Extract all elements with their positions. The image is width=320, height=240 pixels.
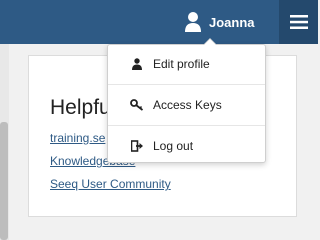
user-dropdown-menu: Edit profile Access Keys Log out xyxy=(107,38,266,164)
user-icon xyxy=(130,58,144,70)
hamburger-menu-button[interactable] xyxy=(279,0,318,44)
access-keys-menu-item[interactable]: Access Keys xyxy=(108,87,265,123)
user-menu-button[interactable]: Joanna xyxy=(184,0,255,44)
card-title: Helpfu xyxy=(50,96,111,119)
user-community-link[interactable]: Seeq User Community xyxy=(50,177,171,191)
menu-divider xyxy=(108,84,265,85)
menu-item-label: Log out xyxy=(153,139,194,153)
sign-out-icon xyxy=(130,140,144,152)
user-icon xyxy=(185,12,201,32)
top-navbar: Joanna xyxy=(0,0,318,44)
scrollbar-thumb[interactable] xyxy=(0,122,8,240)
key-icon xyxy=(130,99,144,111)
edit-profile-menu-item[interactable]: Edit profile xyxy=(108,46,265,82)
hamburger-icon xyxy=(289,15,308,29)
log-out-menu-item[interactable]: Log out xyxy=(108,128,265,164)
menu-item-label: Edit profile xyxy=(153,57,210,71)
menu-item-label: Access Keys xyxy=(153,98,222,112)
user-name: Joanna xyxy=(209,14,255,30)
menu-divider xyxy=(108,125,265,126)
training-link[interactable]: training.se xyxy=(50,131,105,145)
